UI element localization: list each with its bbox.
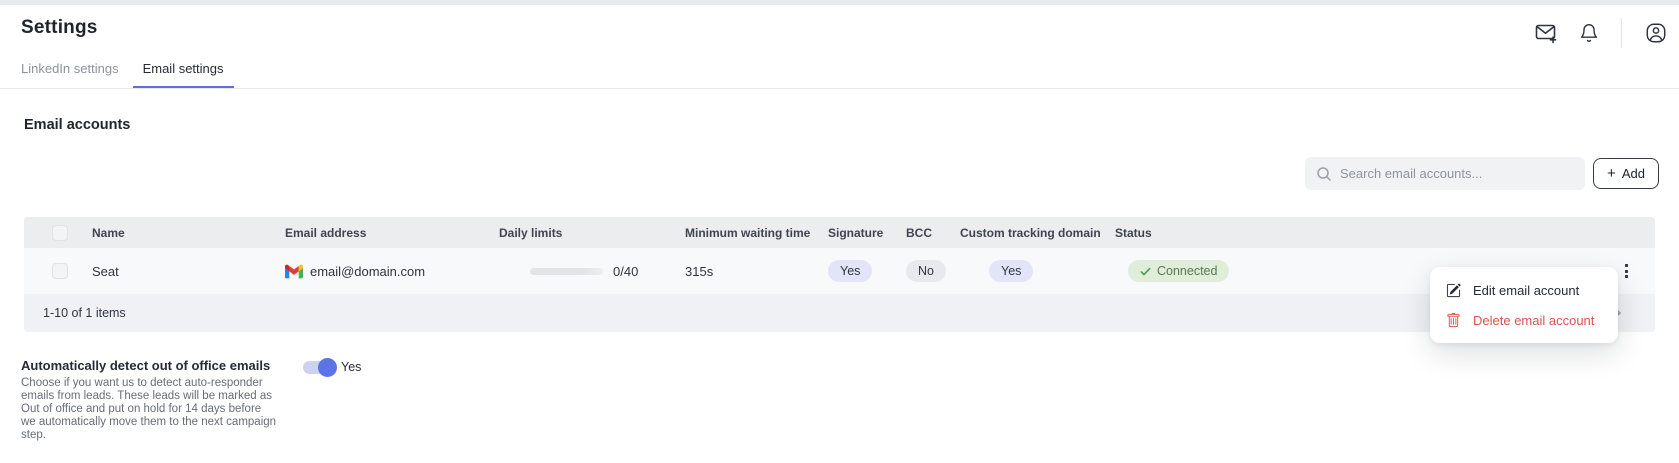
table-header-row: Name Email address Daily limits Minimum …	[24, 217, 1655, 248]
col-name: Name	[68, 226, 285, 240]
gmail-icon	[285, 264, 303, 279]
search-icon	[1316, 166, 1332, 182]
menu-item-delete-email-account[interactable]: Delete email account	[1430, 305, 1618, 335]
tab-linkedin-settings[interactable]: LinkedIn settings	[11, 61, 129, 88]
search-input[interactable]	[1340, 166, 1570, 181]
menu-item-label: Delete email account	[1473, 313, 1594, 328]
daily-limit-value: 0/40	[613, 264, 638, 279]
row-name: Seat	[68, 264, 285, 279]
row-actions-kebab-icon[interactable]	[1622, 261, 1631, 281]
col-daily-limits: Daily limits	[499, 226, 685, 240]
toggle-knob	[318, 358, 337, 377]
top-bar: Settings LinkedIn settings	[0, 5, 1679, 89]
out-of-office-title: Automatically detect out of office email…	[21, 358, 270, 373]
custom-tracking-badge: Yes	[989, 260, 1033, 282]
signature-badge: Yes	[828, 260, 872, 282]
col-min-waiting-time: Minimum waiting time	[685, 226, 828, 240]
section-title-email-accounts: Email accounts	[24, 117, 130, 133]
search-email-accounts[interactable]	[1305, 157, 1585, 190]
row-min-waiting-time: 315s	[685, 264, 828, 279]
tab-email-settings[interactable]: Email settings	[133, 61, 234, 88]
col-custom-tracking-domain: Custom tracking domain	[960, 226, 1115, 240]
col-bcc: BCC	[906, 226, 960, 240]
bcc-badge: No	[906, 260, 946, 282]
out-of-office-description: Choose if you want us to detect auto-res…	[21, 377, 278, 442]
row-email: email@domain.com	[310, 264, 425, 279]
table-row: Seat email@domain.com 0/40 315s Yes No Y…	[24, 248, 1655, 294]
mail-plus-icon[interactable]	[1534, 21, 1558, 45]
table-footer: 1-10 of 1 items	[24, 294, 1655, 332]
daily-limit-progress-bar	[530, 268, 603, 275]
check-icon	[1140, 266, 1151, 277]
bell-icon[interactable]	[1579, 23, 1599, 43]
pagination-summary: 1-10 of 1 items	[43, 306, 126, 320]
header-icons	[1534, 18, 1667, 48]
plus-icon: +	[1607, 165, 1616, 182]
settings-tabs: LinkedIn settings Email settings	[11, 61, 234, 88]
toggle-state-label: Yes	[341, 360, 361, 374]
header-divider	[1621, 18, 1622, 48]
trash-icon	[1446, 313, 1461, 328]
col-email-address: Email address	[285, 226, 499, 240]
col-signature: Signature	[828, 226, 906, 240]
row-actions-context-menu: Edit email account Delete email account	[1430, 267, 1618, 343]
menu-item-label: Edit email account	[1473, 283, 1579, 298]
status-badge: Connected	[1128, 260, 1229, 282]
menu-item-edit-email-account[interactable]: Edit email account	[1430, 275, 1618, 305]
col-status: Status	[1115, 226, 1655, 240]
add-email-account-button[interactable]: + Add	[1593, 158, 1659, 189]
email-accounts-table: Name Email address Daily limits Minimum …	[24, 217, 1655, 332]
select-all-checkbox[interactable]	[52, 225, 68, 241]
edit-icon	[1446, 283, 1461, 298]
row-checkbox[interactable]	[52, 263, 68, 279]
user-icon[interactable]	[1645, 22, 1667, 44]
page-title: Settings	[21, 17, 98, 39]
add-button-label: Add	[1622, 166, 1645, 181]
out-of-office-toggle[interactable]	[303, 361, 334, 374]
